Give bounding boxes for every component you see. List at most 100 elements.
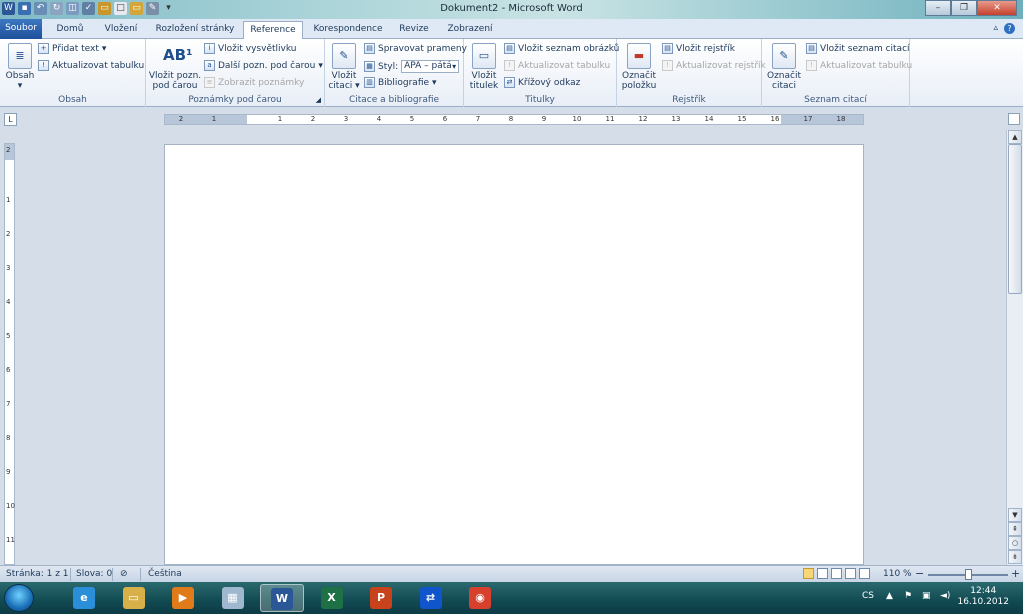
group-label-captions: Titulky bbox=[525, 95, 555, 105]
insert-authorities-label: Vložit seznam citací bbox=[820, 43, 910, 54]
zoom-out-button[interactable]: − bbox=[915, 567, 924, 580]
show-notes-button[interactable]: ≡ Zobrazit poznámky bbox=[204, 77, 304, 88]
scroll-up-button[interactable]: ▲ bbox=[1008, 130, 1022, 144]
page-count[interactable]: Stránka: 1 z 1 bbox=[6, 569, 69, 579]
explorer-icon[interactable]: ▭ bbox=[112, 584, 156, 612]
minimize-ribbon-icon[interactable]: ▵ bbox=[993, 23, 998, 34]
chrome-icon-glyph: ◉ bbox=[469, 587, 491, 609]
insert-index-button[interactable]: ▤ Vložit rejstřík bbox=[662, 43, 735, 54]
insert-endnote-button[interactable]: i Vložit vysvětlivku bbox=[204, 43, 296, 54]
update-authorities-button[interactable]: ! Aktualizovat tabulku bbox=[806, 60, 912, 71]
mark-entry-button[interactable]: ▬ Označit položku bbox=[619, 43, 659, 91]
tab-view[interactable]: Zobrazení bbox=[440, 21, 500, 39]
tab-home[interactable]: Domů bbox=[48, 21, 92, 39]
print-layout-icon[interactable] bbox=[803, 568, 814, 579]
maximize-button[interactable]: ❐ bbox=[951, 0, 977, 16]
insert-endnote-label: Vložit vysvětlivku bbox=[218, 43, 297, 54]
ruler-number: 16 bbox=[770, 115, 780, 123]
style-icon: ▦ bbox=[364, 61, 375, 72]
outline-icon[interactable] bbox=[845, 568, 856, 579]
right-margin-area bbox=[781, 115, 863, 124]
draft-icon[interactable] bbox=[859, 568, 870, 579]
network-icon[interactable]: ▣ bbox=[922, 591, 931, 601]
full-screen-reading-icon[interactable] bbox=[817, 568, 828, 579]
browse-object-icon[interactable]: ○ bbox=[1008, 536, 1022, 550]
view-ruler-icon[interactable] bbox=[1008, 113, 1020, 125]
mark-citation-button[interactable]: ✎ Označit citaci bbox=[765, 43, 803, 91]
next-page-icon[interactable]: ⇟ bbox=[1008, 550, 1022, 564]
ie-icon[interactable]: e bbox=[62, 584, 106, 612]
vertical-ruler[interactable]: 2 1 2 3 4 5 6 7 8 9 10 11 bbox=[4, 143, 15, 565]
document-page[interactable] bbox=[164, 144, 864, 565]
table-of-figures-label: Vložit seznam obrázků bbox=[518, 43, 620, 54]
help-icon[interactable]: ? bbox=[1004, 23, 1015, 34]
show-notes-icon: ≡ bbox=[204, 77, 215, 88]
footnote-icon: AB¹ bbox=[163, 46, 193, 64]
toc-button[interactable]: ≣ Obsah ▾ bbox=[4, 43, 36, 91]
action-center-icon[interactable]: ⚑ bbox=[904, 591, 912, 601]
close-button[interactable]: ✕ bbox=[977, 0, 1017, 16]
word-count[interactable]: Slova: 0 bbox=[76, 569, 112, 579]
vertical-scrollbar[interactable]: ▲ ▼ ⇞ ○ ⇟ bbox=[1006, 130, 1023, 565]
update-toc-button[interactable]: ! Aktualizovat tabulku bbox=[38, 60, 144, 71]
insert-table-of-authorities-button[interactable]: ▤ Vložit seznam citací bbox=[806, 43, 910, 54]
spelling-status-icon[interactable]: ⊘ bbox=[120, 569, 128, 579]
tab-insert[interactable]: Vložení bbox=[96, 21, 146, 39]
ruler-number: 7 bbox=[6, 400, 11, 408]
teamviewer-icon[interactable]: ⇄ bbox=[409, 584, 453, 612]
ruler-number: 12 bbox=[638, 115, 648, 123]
scroll-down-button[interactable]: ▼ bbox=[1008, 508, 1022, 522]
dialog-launcher-icon[interactable]: ◢ bbox=[316, 96, 321, 104]
tab-mailings[interactable]: Korespondence bbox=[308, 21, 388, 39]
word-icon[interactable]: W bbox=[260, 584, 304, 612]
ruler-number: 8 bbox=[6, 434, 11, 442]
calculator-icon-glyph: ▦ bbox=[221, 587, 244, 609]
teamviewer-icon-glyph: ⇄ bbox=[419, 587, 442, 609]
tab-page-layout[interactable]: Rozložení stránky bbox=[150, 21, 240, 39]
add-text-button[interactable]: + Přidat text ▾ bbox=[38, 43, 106, 54]
show-hidden-icons[interactable]: ▲ bbox=[886, 591, 893, 601]
update-toc-label: Aktualizovat tabulku bbox=[52, 60, 145, 71]
excel-icon[interactable]: X bbox=[310, 584, 354, 612]
horizontal-ruler[interactable]: 2 1 1 2 3 4 5 6 7 8 9 10 11 12 13 14 15 … bbox=[164, 114, 864, 125]
clock[interactable]: 12:44 16.10.2012 bbox=[957, 586, 1009, 608]
start-button[interactable] bbox=[4, 584, 34, 612]
zoom-slider-knob[interactable] bbox=[965, 569, 972, 580]
insert-caption-button[interactable]: ▭ Vložit titulek bbox=[467, 43, 501, 91]
update-authorities-label: Aktualizovat tabulku bbox=[820, 60, 913, 71]
language[interactable]: Čeština bbox=[148, 569, 182, 579]
windows-taskbar: e ▭ ▶ ▦ W X P ⇄ ◉ CS ▲ ⚑ ▣ ◄) 12:44 16.10.2012 bbox=[0, 582, 1023, 614]
ruler-number: 14 bbox=[704, 115, 714, 123]
group-index: ▬ Označit položku ▤ Vložit rejstřík ! Akt… bbox=[617, 39, 766, 107]
volume-icon[interactable]: ◄) bbox=[940, 591, 950, 601]
scroll-thumb[interactable] bbox=[1008, 144, 1022, 294]
minimize-button[interactable]: – bbox=[925, 0, 951, 16]
refresh-icon: ! bbox=[504, 60, 515, 71]
calculator-icon[interactable]: ▦ bbox=[211, 584, 255, 612]
cross-reference-button[interactable]: ⇄ Křížový odkaz bbox=[504, 77, 580, 88]
cross-reference-icon: ⇄ bbox=[504, 77, 515, 88]
previous-page-icon[interactable]: ⇞ bbox=[1008, 522, 1022, 536]
style-combobox[interactable]: APA – pátá bbox=[401, 60, 460, 73]
tab-file[interactable]: Soubor bbox=[0, 19, 42, 39]
clock-date: 16.10.2012 bbox=[957, 597, 1009, 607]
language-indicator[interactable]: CS bbox=[862, 591, 874, 601]
media-player-icon[interactable]: ▶ bbox=[161, 584, 205, 612]
update-index-button[interactable]: ! Aktualizovat rejstřík bbox=[662, 60, 766, 71]
tab-review[interactable]: Revize bbox=[392, 21, 436, 39]
update-figures-table-button[interactable]: ! Aktualizovat tabulku bbox=[504, 60, 610, 71]
ruler-number: 2 bbox=[310, 115, 316, 123]
zoom-level[interactable]: 110 % bbox=[883, 569, 912, 579]
zoom-in-button[interactable]: + bbox=[1011, 567, 1020, 580]
chrome-icon[interactable]: ◉ bbox=[458, 584, 502, 612]
insert-footnote-button[interactable]: AB¹ Vložit pozn. pod čarou bbox=[148, 43, 202, 91]
tab-selector[interactable]: L bbox=[4, 113, 17, 126]
insert-citation-button[interactable]: ✎ Vložit citaci ▾ bbox=[327, 43, 361, 91]
next-footnote-button[interactable]: a Další pozn. pod čarou ▾ bbox=[204, 60, 323, 71]
manage-sources-button[interactable]: ▤ Spravovat prameny bbox=[364, 43, 467, 54]
tab-reference[interactable]: Reference bbox=[243, 21, 303, 40]
powerpoint-icon[interactable]: P bbox=[359, 584, 403, 612]
insert-table-of-figures-button[interactable]: ▤ Vložit seznam obrázků bbox=[504, 43, 619, 54]
web-layout-icon[interactable] bbox=[831, 568, 842, 579]
bibliography-button[interactable]: ▥ Bibliografie ▾ bbox=[364, 77, 437, 88]
